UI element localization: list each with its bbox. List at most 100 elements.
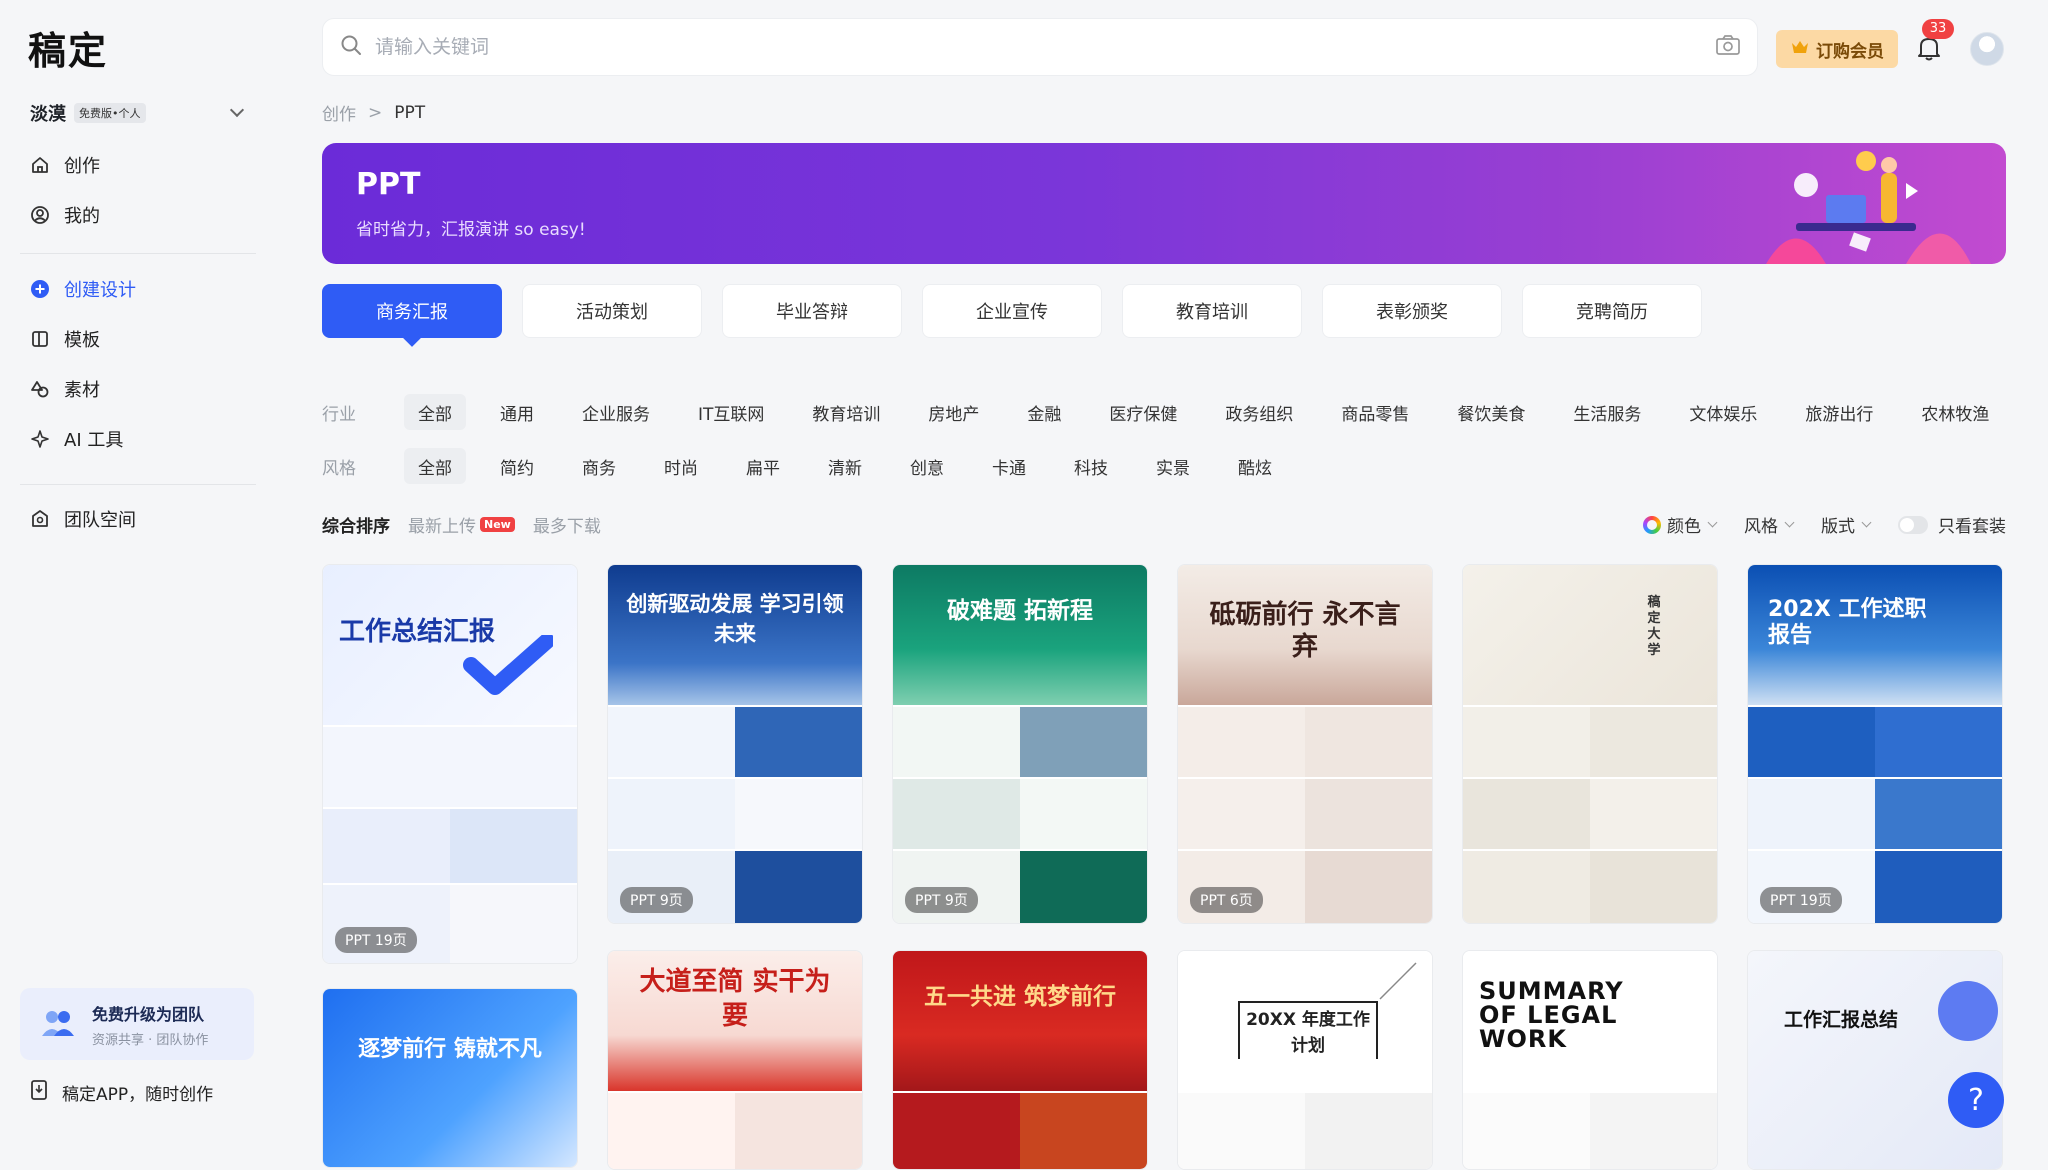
sort-latest[interactable]: 最新上传 New [408,512,515,537]
style-chip[interactable]: 清新 [814,448,876,484]
breadcrumb-parent[interactable]: 创作 [322,100,356,125]
ppt-banner: PPT 省时省力，汇报演讲 so easy! [322,143,2006,264]
template-card[interactable]: 破难题 拓新程 PPT 9页 [892,564,1148,924]
app-logo[interactable]: 稿定 [28,20,108,75]
sidebar-item-label: 素材 [64,380,100,401]
industry-chip[interactable]: 农林牧渔 [1907,394,2003,430]
template-card[interactable]: 砥砺前行 永不言弃 PPT 6页 [1177,564,1433,924]
tab-corporate-promo[interactable]: 企业宣传 [922,284,1102,338]
template-card[interactable]: 五一共进 筑梦前行 [892,950,1148,1170]
page-count-badge: PPT 6页 [1190,887,1263,913]
template-card[interactable]: 202X 工作述职报告 PPT 19页 [1747,564,2003,924]
template-card[interactable]: SUMMARY OF LEGAL WORK [1462,950,1718,1170]
template-card[interactable]: 工作总结汇报 PPT 19页 [322,564,578,964]
card-title: 逐梦前行 铸就不凡 [358,1037,542,1062]
search-input[interactable] [375,36,1715,58]
account-name: 淡漠 [30,104,66,125]
camera-search-icon[interactable] [1715,34,1741,60]
avatar[interactable] [1970,32,2004,66]
banner-subtitle: 省时省力，汇报演讲 so easy! [356,220,586,240]
card-title: 砥砺前行 永不言弃 [1209,600,1401,662]
sidebar-item-templates[interactable]: 模板 [20,314,256,364]
tab-education-training[interactable]: 教育培训 [1122,284,1302,338]
toggle-switch[interactable] [1898,515,1928,534]
page-count-badge: PPT 19页 [1760,887,1842,913]
sidebar-item-create[interactable]: 创作 [20,140,256,190]
sidebar-item-ai-tools[interactable]: AI 工具 [20,414,256,464]
style-chip[interactable]: 全部 [404,448,466,484]
style-chip[interactable]: 扁平 [732,448,794,484]
template-card[interactable]: 工作汇报总结 [1747,950,2003,1170]
help-button[interactable]: ? [1948,1072,2004,1128]
card-thumbnail [1178,779,1432,849]
subscribe-vip-button[interactable]: 订购会员 [1776,30,1898,68]
sidebar-item-create-design[interactable]: 创建设计 [20,264,256,314]
template-card[interactable]: 创新驱动发展 学习引领未来 PPT 9页 [607,564,863,924]
industry-chip[interactable]: 文体娱乐 [1675,394,1771,430]
tab-graduation-defense[interactable]: 毕业答辩 [722,284,902,338]
industry-chip[interactable]: IT互联网 [684,394,778,430]
search-bar [322,18,1758,76]
style-filter-dropdown[interactable]: 风格 [1744,512,1795,537]
tab-awards[interactable]: 表彰颁奖 [1322,284,1502,338]
card-title: 稿定大学 [1647,595,1661,658]
industry-chip[interactable]: 医疗保健 [1095,394,1191,430]
template-card[interactable]: 大道至简 实干为要 [607,950,863,1170]
card-thumbnail [1463,779,1717,849]
sidebar-item-materials[interactable]: 素材 [20,364,256,414]
upgrade-team-promo[interactable]: 免费升级为团队 资源共享 · 团队协作 [20,988,254,1060]
style-chip[interactable]: 实景 [1142,448,1204,484]
industry-chip[interactable]: 生活服务 [1559,394,1655,430]
template-card[interactable]: 20XX 年度工作计划 [1177,950,1433,1170]
industry-filter-row: 行业 全部 通用 企业服务 IT互联网 教育培训 房地产 金融 医疗保健 政务组… [322,394,2023,430]
industry-chip[interactable]: 金融 [1013,394,1075,430]
plus-circle-icon [30,279,50,299]
tab-event-planning[interactable]: 活动策划 [522,284,702,338]
industry-chip[interactable]: 旅游出行 [1791,394,1887,430]
only-sets-toggle[interactable]: 只看套装 [1898,512,2006,537]
industry-chip[interactable]: 餐饮美食 [1443,394,1539,430]
industry-chip[interactable]: 房地产 [914,394,993,430]
account-switcher[interactable]: 淡漠 免费版•个人 [30,98,245,128]
sort-most-downloads[interactable]: 最多下载 [533,512,601,537]
template-card[interactable]: 逐梦前行 铸就不凡 [322,988,578,1168]
card-thumbnail [1748,779,2002,849]
card-title: 大道至简 实干为要 [639,967,831,1031]
tab-business-report[interactable]: 商务汇报 [322,284,502,338]
sidebar-item-team-space[interactable]: 团队空间 [20,494,256,544]
sidebar-item-mine[interactable]: 我的 [20,190,256,240]
color-filter-label: 颜色 [1667,517,1701,537]
industry-chip[interactable]: 全部 [404,394,466,430]
sidebar: 稿定 淡漠 免费版•个人 创作 我的 创建设计 模板 素材 AI 工具 团队空间… [0,0,276,1148]
sort-comprehensive[interactable]: 综合排序 [322,512,390,537]
industry-chip[interactable]: 企业服务 [568,394,664,430]
style-chip[interactable]: 创意 [896,448,958,484]
layout-filter-dropdown[interactable]: 版式 [1821,512,1872,537]
app-download-link[interactable]: 稿定APP，随时创作 [30,1080,213,1105]
home-icon [30,155,50,175]
color-filter-dropdown[interactable]: 颜色 [1643,512,1718,537]
only-sets-label: 只看套装 [1938,517,2006,537]
style-chip[interactable]: 酷炫 [1224,448,1286,484]
style-chip[interactable]: 商务 [568,448,630,484]
industry-chip[interactable]: 教育培训 [798,394,894,430]
card-thumbnail [1178,707,1432,777]
style-chip[interactable]: 科技 [1060,448,1122,484]
style-dropdown-label: 风格 [1744,517,1778,537]
style-chip[interactable]: 卡通 [978,448,1040,484]
card-title: 五一共进 筑梦前行 [923,984,1116,1010]
industry-chip[interactable]: 政务组织 [1211,394,1307,430]
banner-title: PPT [356,167,421,202]
new-badge: New [480,517,515,532]
style-chip[interactable]: 时尚 [650,448,712,484]
card-title: 20XX 年度工作计划 [1238,1001,1378,1059]
industry-chip[interactable]: 商品零售 [1327,394,1423,430]
template-card[interactable]: 稿定大学 [1462,564,1718,924]
industry-chip[interactable]: 通用 [486,394,548,430]
style-chip[interactable]: 简约 [486,448,548,484]
card-thumbnail [1463,565,1717,705]
app-link-label: 稿定APP，随时创作 [62,1085,214,1105]
tab-resume[interactable]: 竞聘简历 [1522,284,1702,338]
card-title: 破难题 拓新程 [946,598,1093,624]
sparkle-icon [30,429,50,449]
